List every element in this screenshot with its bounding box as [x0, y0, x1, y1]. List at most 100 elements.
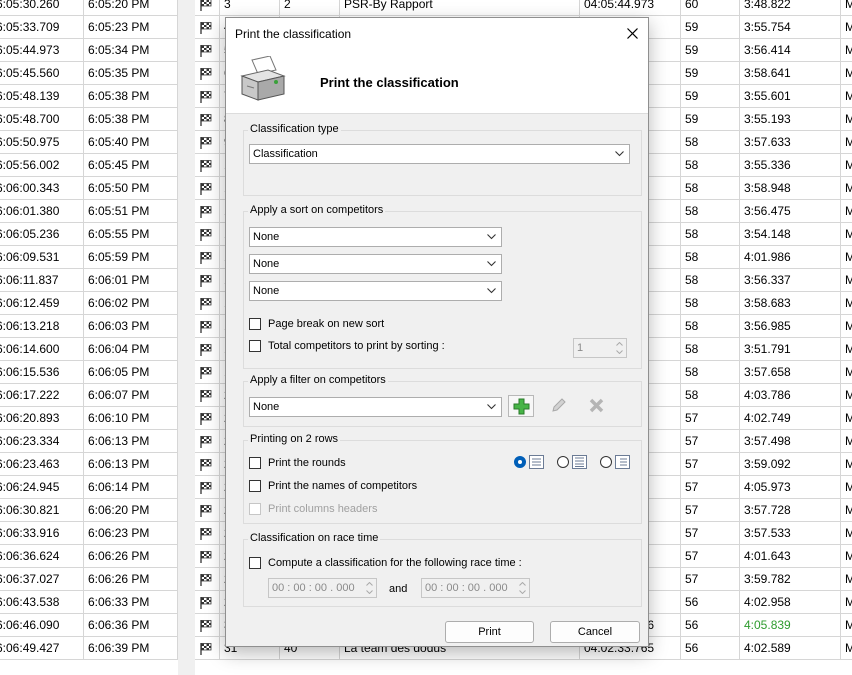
race-time-group-label: Classification on race time	[248, 532, 381, 544]
total-competitors-checkbox[interactable]	[249, 340, 261, 352]
sort-select-1[interactable]: None	[249, 227, 502, 247]
filter-group: Apply a filter on competitors None	[243, 374, 642, 427]
checkered-flag-icon	[200, 67, 212, 80]
layout-radio-3[interactable]	[600, 456, 612, 468]
category-cell: M	[841, 522, 852, 545]
laps-cell: 59	[681, 39, 740, 62]
spin-down-icon	[366, 590, 373, 594]
sort-select-3[interactable]: None	[249, 281, 502, 301]
elapsed-time-cell: 6:06:23.463	[0, 453, 84, 476]
table-row[interactable]: 6:05:30.260 6:05:20 PM	[0, 0, 178, 16]
sort-select-2[interactable]: None	[249, 254, 502, 274]
finish-flag-cell	[195, 637, 220, 660]
best-lap-cell: 3:55.601	[740, 85, 841, 108]
table-row[interactable]: 6:06:37.027 6:06:26 PM	[0, 568, 178, 591]
dialog-title: Print the classification	[235, 27, 352, 41]
clock-time-cell: 6:05:40 PM	[84, 131, 178, 154]
delete-filter-button[interactable]	[584, 395, 610, 417]
elapsed-time-cell: 6:06:09.531	[0, 246, 84, 269]
table-row[interactable]: 6:06:12.459 6:06:02 PM	[0, 292, 178, 315]
table-row[interactable]: 6:06:49.427 6:06:39 PM	[0, 637, 178, 660]
laps-cell: 58	[681, 200, 740, 223]
filter-group-label: Apply a filter on competitors	[248, 374, 388, 386]
table-row[interactable]: 6:06:20.893 6:06:10 PM	[0, 407, 178, 430]
best-lap-cell: 3:58.683	[740, 292, 841, 315]
close-button[interactable]	[618, 18, 648, 50]
finish-flag-cell	[195, 200, 220, 223]
classification-type-label: Classification type	[248, 123, 341, 135]
table-row[interactable]: 6:06:46.090 6:06:36 PM	[0, 614, 178, 637]
table-splitter[interactable]	[178, 0, 195, 675]
table-row[interactable]: 6:05:48.139 6:05:38 PM	[0, 85, 178, 108]
table-row[interactable]: 6:05:50.975 6:05:40 PM	[0, 131, 178, 154]
compute-race-time-checkbox[interactable]	[249, 557, 261, 569]
classification-type-select[interactable]: Classification	[249, 144, 630, 164]
elapsed-time-cell: 6:06:11.837	[0, 269, 84, 292]
laps-cell: 57	[681, 522, 740, 545]
table-row[interactable]: 6:05:48.700 6:05:38 PM	[0, 108, 178, 131]
table-row[interactable]: 6:06:24.945 6:06:14 PM	[0, 476, 178, 499]
checkered-flag-icon	[200, 205, 212, 218]
checkered-flag-icon	[200, 113, 212, 126]
clock-time-cell: 6:06:07 PM	[84, 384, 178, 407]
position-cell: 3	[220, 0, 280, 16]
clock-time-cell: 6:06:23 PM	[84, 522, 178, 545]
category-cell: M	[841, 246, 852, 269]
table-row[interactable]: 6:06:43.538 6:06:33 PM	[0, 591, 178, 614]
table-row[interactable]: 6:06:15.536 6:06:05 PM	[0, 361, 178, 384]
best-lap-cell: 4:03.786	[740, 384, 841, 407]
table-row[interactable]: 6:06:13.218 6:06:03 PM	[0, 315, 178, 338]
best-lap-cell: 3:59.092	[740, 453, 841, 476]
laps-cell: 58	[681, 384, 740, 407]
checkered-flag-icon	[200, 228, 212, 241]
laps-cell: 58	[681, 338, 740, 361]
category-cell: M	[841, 39, 852, 62]
table-row[interactable]: 6:06:01.380 6:05:51 PM	[0, 200, 178, 223]
printer-icon	[240, 56, 286, 101]
print-button[interactable]: Print	[445, 621, 534, 643]
finish-flag-cell	[195, 591, 220, 614]
best-lap-cell: 3:57.533	[740, 522, 841, 545]
table-row[interactable]: 6:06:14.600 6:06:04 PM	[0, 338, 178, 361]
table-row[interactable]: 6:06:33.916 6:06:23 PM	[0, 522, 178, 545]
laps-cell: 57	[681, 453, 740, 476]
chevron-down-icon	[487, 261, 496, 267]
category-cell: M	[841, 85, 852, 108]
race-time-from-input[interactable]: 00 : 00 : 00 . 000	[268, 578, 377, 598]
checkered-flag-icon	[200, 159, 212, 172]
table-row[interactable]: 6:06:09.531 6:05:59 PM	[0, 246, 178, 269]
dialog-titlebar: Print the classification	[226, 18, 648, 50]
table-row[interactable]: 6:05:56.002 6:05:45 PM	[0, 154, 178, 177]
table-row[interactable]: 6:06:00.343 6:05:50 PM	[0, 177, 178, 200]
edit-filter-button[interactable]	[546, 395, 572, 417]
layout-radio-1[interactable]	[514, 456, 526, 468]
print-headers-checkbox[interactable]	[249, 503, 261, 515]
race-time-to-input[interactable]: 00 : 00 : 00 . 000	[421, 578, 530, 598]
laps-cell: 56	[681, 591, 740, 614]
table-row[interactable]: 6:06:05.236 6:05:55 PM	[0, 223, 178, 246]
add-filter-button[interactable]	[508, 395, 534, 417]
table-row[interactable]: 6:06:36.624 6:06:26 PM	[0, 545, 178, 568]
finish-flag-cell	[195, 476, 220, 499]
print-rounds-label: Print the rounds	[268, 457, 346, 469]
page-break-checkbox[interactable]	[249, 318, 261, 330]
table-row[interactable]: 6:05:33.709 6:05:23 PM	[0, 16, 178, 39]
filter-select[interactable]: None	[249, 397, 502, 417]
total-competitors-stepper[interactable]: 1	[573, 338, 627, 358]
table-row[interactable]: 6:06:30.821 6:06:20 PM	[0, 499, 178, 522]
table-row[interactable]: 6:06:11.837 6:06:01 PM	[0, 269, 178, 292]
table-row[interactable]: 6:06:17.222 6:06:07 PM	[0, 384, 178, 407]
print-rounds-checkbox[interactable]	[249, 457, 261, 469]
elapsed-time-cell: 6:06:37.027	[0, 568, 84, 591]
finish-flag-cell	[195, 62, 220, 85]
table-row[interactable]: 6:05:44.973 6:05:34 PM	[0, 39, 178, 62]
table-row[interactable]: 32PSR-By Rapport04:05:44.973603:48.822M	[195, 0, 852, 16]
cancel-button[interactable]: Cancel	[550, 621, 640, 643]
elapsed-time-cell: 6:06:23.334	[0, 430, 84, 453]
finish-flag-cell	[195, 384, 220, 407]
print-names-checkbox[interactable]	[249, 480, 261, 492]
table-row[interactable]: 6:06:23.463 6:06:13 PM	[0, 453, 178, 476]
table-row[interactable]: 6:06:23.334 6:06:13 PM	[0, 430, 178, 453]
table-row[interactable]: 6:05:45.560 6:05:35 PM	[0, 62, 178, 85]
layout-radio-2[interactable]	[557, 456, 569, 468]
